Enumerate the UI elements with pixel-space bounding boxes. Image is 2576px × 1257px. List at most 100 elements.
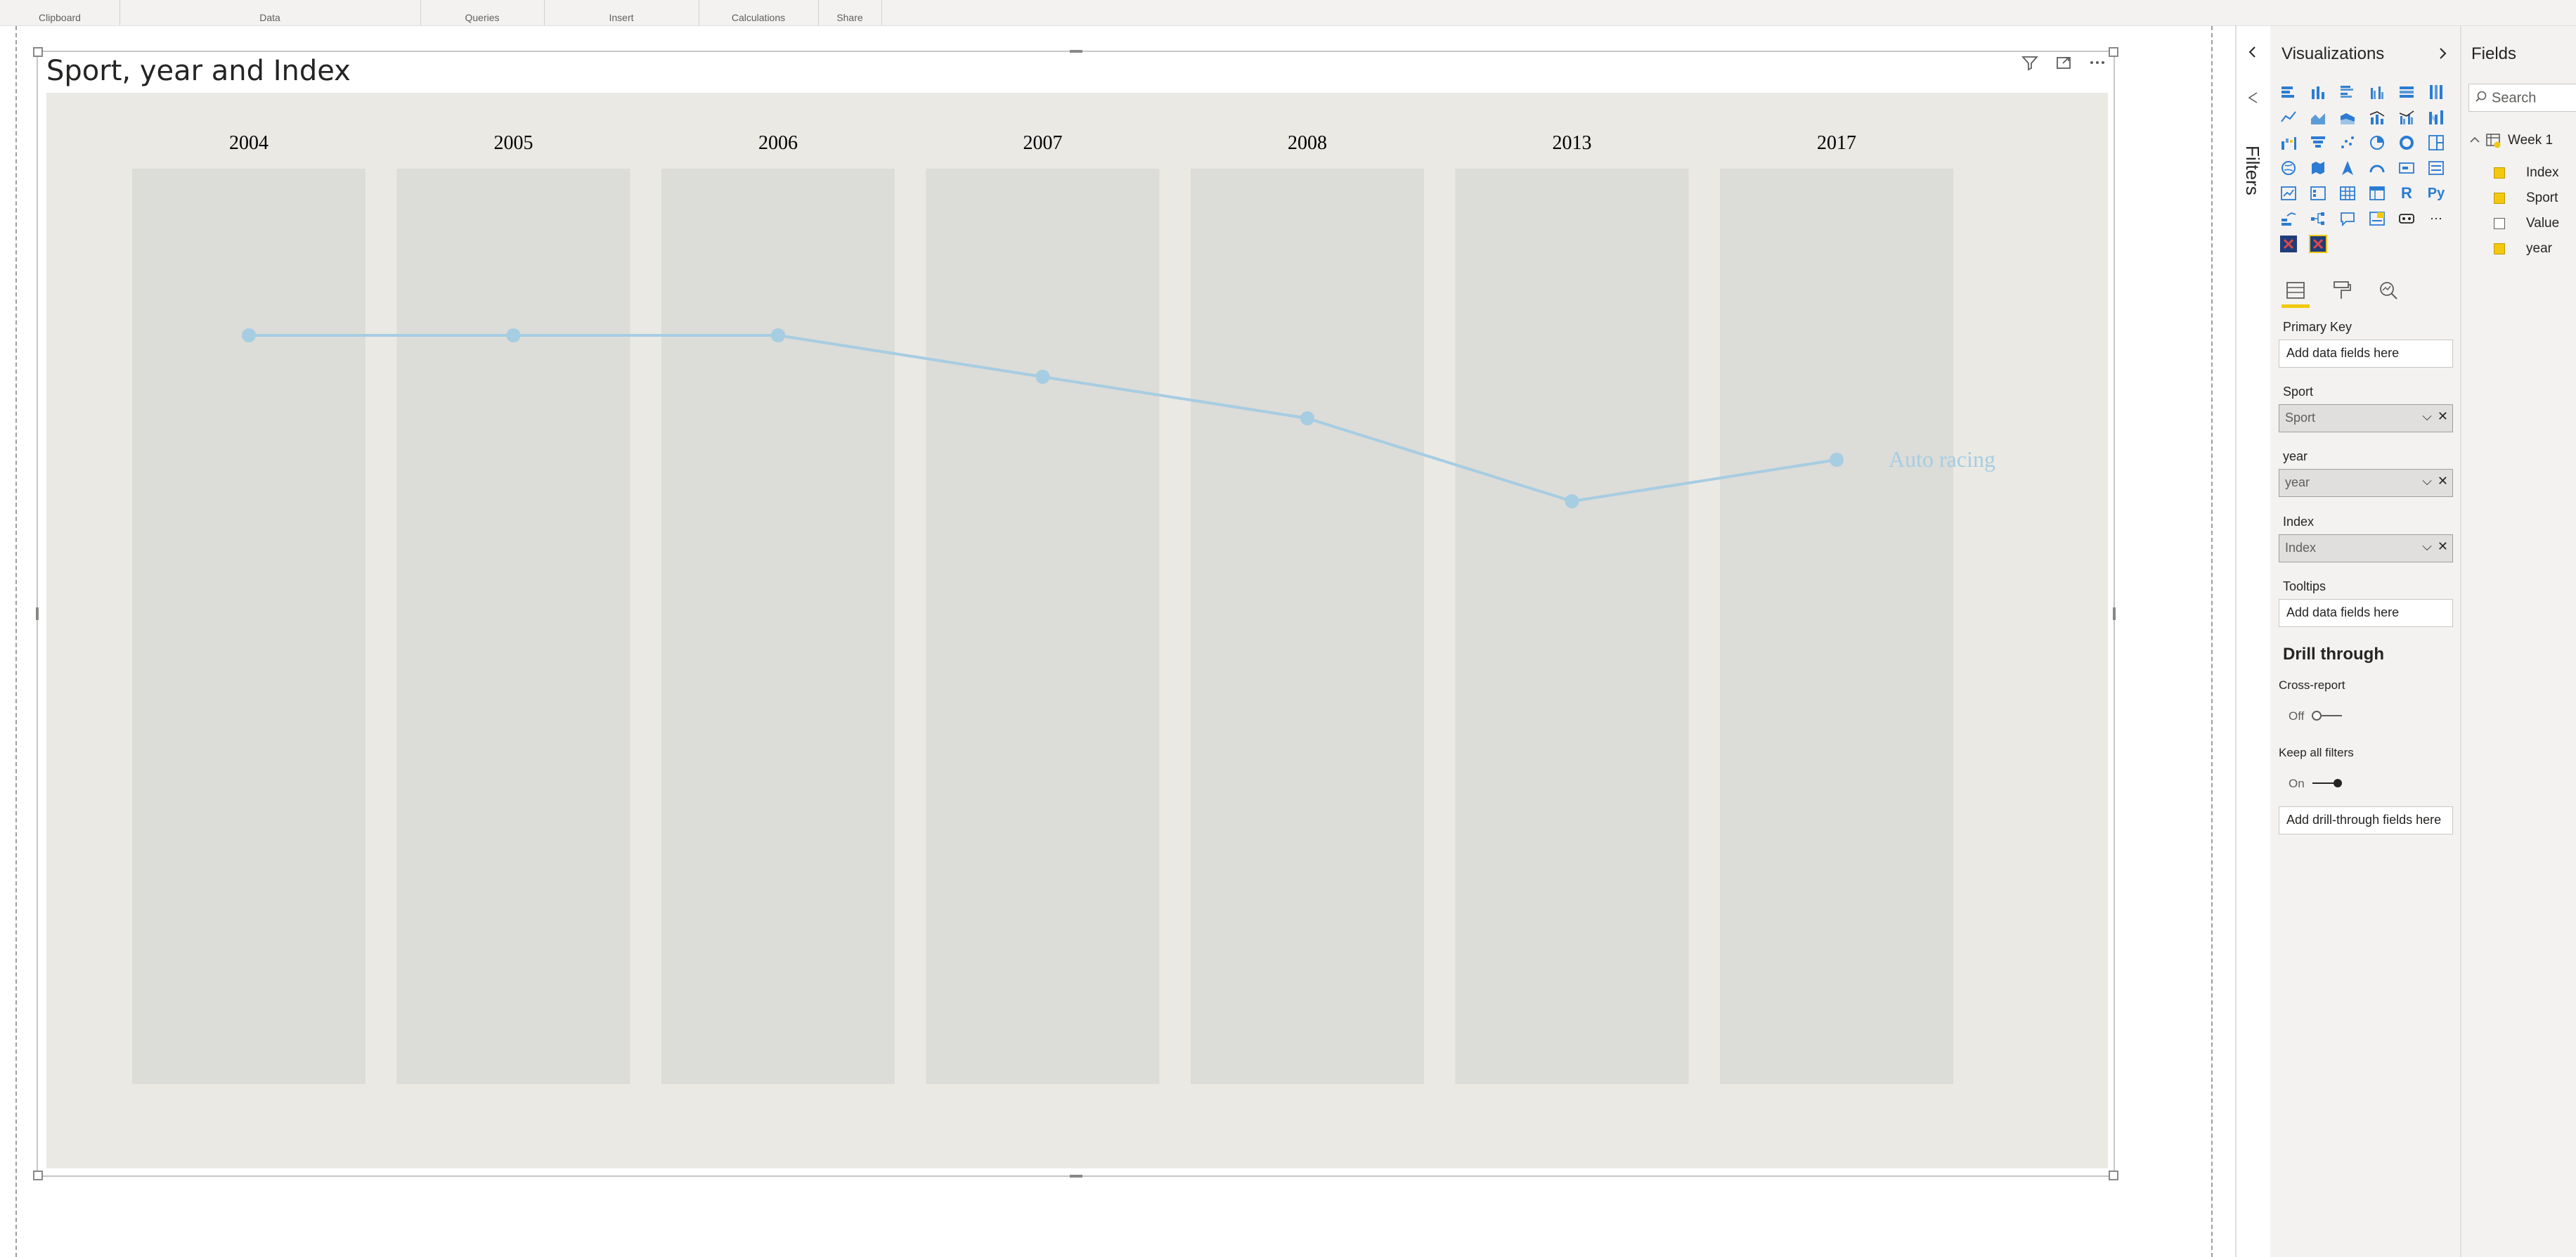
python-visual-icon[interactable]: Py <box>2426 183 2446 203</box>
ribbon-group-data[interactable]: Data <box>119 0 421 25</box>
resize-handle-bottom[interactable] <box>1070 1175 1082 1178</box>
ribbon-group-share[interactable]: Share <box>818 0 882 25</box>
page-boundary-left <box>15 26 17 1257</box>
100-stacked-bar-chart-icon[interactable] <box>2397 82 2416 102</box>
custom-visual-1-icon[interactable] <box>2279 234 2298 254</box>
resize-handle-bottom-left[interactable] <box>33 1171 43 1180</box>
sport-field-pill[interactable]: Sport ⌵ ✕ <box>2279 404 2453 432</box>
remove-field-icon[interactable]: ✕ <box>2438 409 2448 424</box>
analytics-tab[interactable] <box>2374 276 2402 304</box>
line-and-stacked-column-icon[interactable] <box>2367 108 2387 127</box>
matrix-icon[interactable] <box>2367 183 2387 203</box>
custom-visual-2-icon[interactable] <box>2308 234 2328 254</box>
r-script-visual-icon[interactable]: R <box>2397 183 2416 203</box>
chevron-up-icon[interactable] <box>2468 134 2481 150</box>
qa-visual-icon[interactable] <box>2338 209 2357 228</box>
filters-label[interactable]: Filters <box>2241 146 2263 195</box>
kpi-icon[interactable] <box>2279 183 2298 203</box>
index-field-pill[interactable]: Index ⌵ ✕ <box>2279 534 2453 562</box>
waterfall-chart-icon[interactable] <box>2279 133 2298 153</box>
primary-key-label: Primary Key <box>2283 320 2352 334</box>
funnel-chart-icon[interactable] <box>2308 133 2328 153</box>
more-visuals-icon[interactable]: ⋯ <box>2426 209 2446 228</box>
filters-pane-collapsed[interactable]: Filters <box>2235 26 2272 1257</box>
paginated-report-icon[interactable] <box>2397 209 2416 228</box>
chevron-down-icon[interactable]: ⌵ <box>2422 409 2432 424</box>
keep-all-filters-state: On <box>2289 777 2305 790</box>
scatter-chart-icon[interactable] <box>2338 133 2357 153</box>
slicer-icon[interactable] <box>2308 183 2328 203</box>
key-influencers-icon[interactable] <box>2279 209 2298 228</box>
filter-funnel-icon <box>2246 91 2260 108</box>
fields-tab[interactable] <box>2281 276 2310 308</box>
ribbon-group-calculations[interactable]: Calculations <box>699 0 819 25</box>
field-checkbox[interactable] <box>2494 243 2505 254</box>
category-band <box>132 169 365 1084</box>
resize-handle-top[interactable] <box>1070 50 1082 53</box>
line-chart-icon[interactable] <box>2279 108 2298 127</box>
collapse-left-icon[interactable] <box>2245 44 2260 63</box>
pie-chart-icon[interactable] <box>2367 133 2387 153</box>
tooltips-drop-zone[interactable]: Add data fields here <box>2279 599 2453 627</box>
field-checkbox[interactable] <box>2494 218 2505 229</box>
ribbon-chart-icon[interactable] <box>2426 108 2446 127</box>
area-chart-icon[interactable] <box>2308 108 2328 127</box>
page-boundary-right <box>2211 26 2213 1257</box>
format-tab[interactable] <box>2328 276 2356 304</box>
100-stacked-column-chart-icon[interactable] <box>2426 82 2446 102</box>
primary-key-drop-zone[interactable]: Add data fields here <box>2279 340 2453 368</box>
category-band <box>926 169 1160 1084</box>
resize-handle-bottom-right[interactable] <box>2109 1171 2118 1180</box>
drill-through-title: Drill through <box>2283 645 2384 664</box>
ribbon-group-clipboard[interactable]: Clipboard <box>0 0 120 25</box>
fields-search-input[interactable]: Search <box>2468 84 2576 112</box>
resize-handle-top-left[interactable] <box>33 47 43 57</box>
clustered-column-chart-icon[interactable] <box>2367 82 2387 102</box>
expand-right-icon[interactable] <box>2435 46 2450 65</box>
azure-map-icon[interactable] <box>2338 158 2357 178</box>
resize-handle-left[interactable] <box>36 607 39 620</box>
resize-handle-top-right[interactable] <box>2109 47 2118 57</box>
donut-chart-icon[interactable] <box>2397 133 2416 153</box>
multi-row-card-icon[interactable] <box>2426 158 2446 178</box>
line-and-clustered-column-icon[interactable] <box>2397 108 2416 127</box>
clustered-bar-chart-icon[interactable] <box>2338 82 2357 102</box>
stacked-column-chart-icon[interactable] <box>2308 82 2328 102</box>
remove-field-icon[interactable]: ✕ <box>2438 474 2448 489</box>
visual-type-gallery: R Py ⋯ <box>2279 82 2450 259</box>
gauge-icon[interactable] <box>2367 158 2387 178</box>
focus-mode-icon[interactable] <box>2054 53 2073 72</box>
filter-icon[interactable] <box>2021 53 2039 72</box>
smart-narrative-icon[interactable] <box>2367 209 2387 228</box>
chevron-down-icon[interactable]: ⌵ <box>2422 539 2432 554</box>
table-icon <box>2485 132 2502 153</box>
remove-field-icon[interactable]: ✕ <box>2438 539 2448 554</box>
treemap-icon[interactable] <box>2426 133 2446 153</box>
cross-report-toggle[interactable] <box>2311 708 2343 727</box>
ribbon: Clipboard Data Queries Insert Calculatio… <box>0 0 2576 26</box>
chevron-down-icon[interactable]: ⌵ <box>2422 474 2432 489</box>
category-band <box>1191 169 1424 1084</box>
more-options-icon[interactable] <box>2088 53 2106 72</box>
year-field-pill[interactable]: year ⌵ ✕ <box>2279 469 2453 497</box>
stacked-bar-chart-icon[interactable] <box>2279 82 2298 102</box>
drill-through-drop-zone[interactable]: Add drill-through fields here <box>2279 806 2453 834</box>
year-field-value: year <box>2285 475 2310 489</box>
visualizations-pane: Visualizations R Py ⋯ Primary Key Add da… <box>2270 26 2461 1257</box>
ribbon-group-insert[interactable]: Insert <box>544 0 699 25</box>
line-chart-visual[interactable]: Sport, year and Index 2004 2005 2006 2007 20… <box>33 47 2118 1180</box>
visualizations-title: Visualizations <box>2281 44 2385 63</box>
keep-all-filters-toggle[interactable] <box>2311 775 2343 794</box>
card-icon[interactable] <box>2397 158 2416 178</box>
field-checkbox[interactable] <box>2494 193 2505 204</box>
field-checkbox[interactable] <box>2494 167 2505 179</box>
filled-map-icon[interactable] <box>2308 158 2328 178</box>
decomposition-tree-icon[interactable] <box>2308 209 2328 228</box>
category-label: 2007 <box>1023 132 1063 154</box>
table-icon[interactable] <box>2338 183 2357 203</box>
map-icon[interactable] <box>2279 158 2298 178</box>
resize-handle-right[interactable] <box>2113 607 2116 620</box>
stacked-area-chart-icon[interactable] <box>2338 108 2357 127</box>
table-name[interactable]: Week 1 <box>2508 133 2553 148</box>
ribbon-group-queries[interactable]: Queries <box>420 0 545 25</box>
